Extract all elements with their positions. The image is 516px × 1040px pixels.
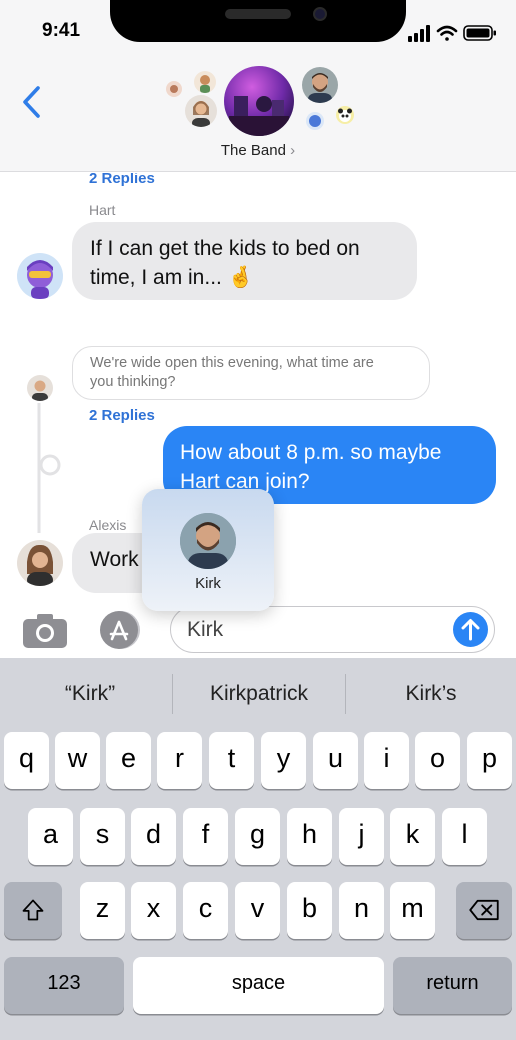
message-input[interactable] [170,606,495,653]
status-time: 9:41 [42,20,81,41]
key-e[interactable]: e [106,732,151,789]
key-y[interactable]: y [261,732,306,789]
quote-avatar [27,375,53,401]
status-icons [408,25,496,42]
message-line: time, I am in... 🤞 [90,266,254,289]
key-m[interactable]: m [390,882,435,939]
suggestion-divider [345,674,346,714]
suggestion-kirkpatrick[interactable]: Kirkpatrick [175,682,343,706]
key-j[interactable]: j [339,808,384,865]
predictive-bar: “Kirk” Kirkpatrick Kirk’s [0,658,516,730]
suggestion-divider [172,674,173,714]
wifi-icon [436,25,458,41]
key-h[interactable]: h [287,808,332,865]
shift-key[interactable] [4,882,62,939]
send-button[interactable] [453,612,488,647]
back-chevron-icon[interactable] [18,82,46,122]
chevron-right-icon: › [290,142,296,159]
backspace-key[interactable] [456,882,512,939]
group-name: The Band [220,142,286,159]
key-n[interactable]: n [339,882,384,939]
shift-icon [22,899,44,921]
keyboard: “Kirk” Kirkpatrick Kirk’s q w e r t y u … [0,658,516,1040]
key-z[interactable]: z [80,882,125,939]
quoted-message[interactable]: We're wide open this evening, what time … [72,346,430,400]
signal-icon [408,25,430,42]
key-q[interactable]: q [4,732,49,789]
key-l[interactable]: l [442,808,487,865]
return-key[interactable]: return [393,957,512,1014]
member-avatar-small [166,81,182,97]
notch [110,0,406,42]
message-line: If I can get the kids to bed on [90,237,360,260]
key-k[interactable]: k [390,808,435,865]
app-store-icon[interactable] [96,610,144,650]
key-a[interactable]: a [28,808,73,865]
member-avatar-woman [185,95,217,127]
status-bar: 9:41 [0,0,516,62]
key-c[interactable]: c [183,882,228,939]
conversation-header: The Band › [0,62,516,172]
key-d[interactable]: d [131,808,176,865]
mention-name: Kirk [195,575,221,592]
group-name-button[interactable]: The Band › [0,142,516,159]
key-x[interactable]: x [131,882,176,939]
key-v[interactable]: v [235,882,280,939]
key-p[interactable]: p [467,732,512,789]
quote-line: you thinking? [90,374,176,390]
key-g[interactable]: g [235,808,280,865]
quote-line: We're wide open this evening, what time … [90,355,374,371]
suggestion-quoted[interactable]: “Kirk” [10,682,170,706]
space-key[interactable]: space [133,957,384,1014]
group-avatar[interactable] [224,66,294,136]
speaker [225,9,291,19]
key-o[interactable]: o [415,732,460,789]
key-b[interactable]: b [287,882,332,939]
battery-icon [463,25,496,41]
sender-name-hart: Hart [89,202,116,218]
replies-link-mid[interactable]: 2 Replies [89,407,155,424]
member-avatar-panda [336,106,354,124]
numbers-key[interactable]: 123 [4,957,124,1014]
kirk-avatar [180,513,236,569]
arrow-up-icon [461,619,480,641]
suggestion-kirks[interactable]: Kirk’s [348,682,514,706]
member-avatar-memoji [194,71,216,93]
camera-icon[interactable] [22,613,68,649]
key-u[interactable]: u [313,732,358,789]
message-bubble-hart[interactable]: If I can get the kids to bed on time, I … [72,222,417,300]
thread-line [37,403,61,533]
front-camera [313,7,327,21]
replies-link-top[interactable]: 2 Replies [89,173,155,187]
backspace-icon [469,899,499,921]
key-f[interactable]: f [183,808,228,865]
alexis-avatar[interactable] [17,540,63,586]
key-t[interactable]: t [209,732,254,789]
hart-avatar[interactable] [17,253,63,299]
member-avatar-blue [306,112,324,130]
member-avatar-man [302,67,338,103]
key-s[interactable]: s [80,808,125,865]
key-w[interactable]: w [55,732,100,789]
key-i[interactable]: i [364,732,409,789]
mention-suggestion-popup[interactable]: Kirk [142,489,274,611]
key-r[interactable]: r [157,732,202,789]
sender-name-alexis: Alexis [89,517,127,533]
message-line: How about 8 p.m. so maybe [180,441,442,464]
